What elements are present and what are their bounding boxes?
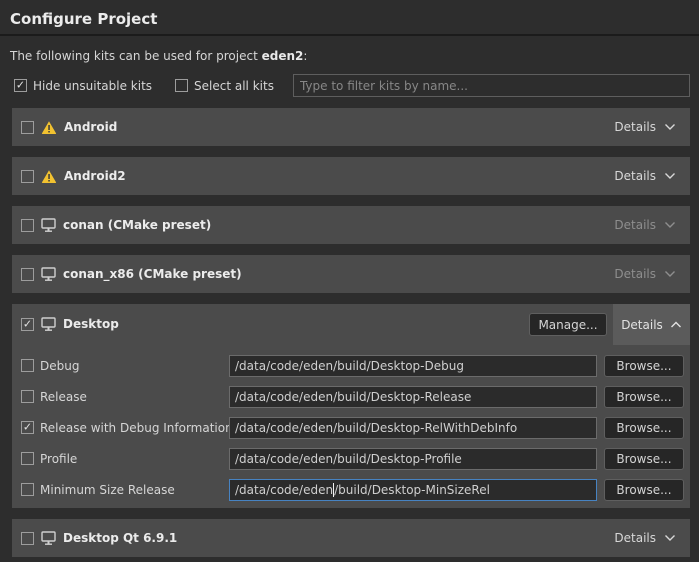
config-label: Release [40,390,229,404]
hide-unsuitable-label[interactable]: Hide unsuitable kits [33,79,152,93]
monitor-icon [41,531,56,545]
kit-name: Android [64,120,117,134]
build-dir-input[interactable]: /data/code/eden/build/Desktop-Profile [229,448,597,470]
browse-button[interactable]: Browse... [604,448,684,470]
kit-row-android2[interactable]: Android2 Details [12,157,690,195]
build-dir-value: /data/code/eden/build/Desktop-Profile [235,452,462,466]
hide-unsuitable-checkbox[interactable] [14,79,27,92]
page-title: Configure Project [0,0,699,34]
config-label: Profile [40,452,229,466]
warning-icon [41,169,57,184]
monitor-icon [41,317,56,331]
kit-checkbox[interactable] [21,268,34,281]
intro-prefix: The following kits can be used for proje… [10,49,262,63]
kit-row-conan[interactable]: conan (CMake preset) Details [12,206,690,244]
build-config-list: Debug /data/code/eden/build/Desktop-Debu… [12,344,690,505]
build-dir-input-focused[interactable]: /data/code/eden/build/Desktop-MinSizeRel [229,479,597,501]
details-toggle[interactable]: Details [606,157,684,195]
config-checkbox[interactable] [21,452,34,465]
kit-checkbox[interactable] [21,121,34,134]
config-checkbox[interactable] [21,421,34,434]
select-all-checkbox[interactable] [175,79,188,92]
browse-button[interactable]: Browse... [604,417,684,439]
kit-row-android[interactable]: Android Details [12,108,690,146]
chevron-down-icon [664,270,676,278]
details-toggle: Details [606,255,684,293]
build-dir-input[interactable]: /data/code/eden/build/Desktop-RelWithDeb… [229,417,597,439]
kit-name: Desktop [63,317,119,331]
build-dir-value: /build/Desktop-MinSizeRel [334,483,490,497]
details-label: Details [614,267,656,281]
manage-kits-button[interactable]: Manage... [529,313,607,336]
build-config-row-release: Release /data/code/eden/build/Desktop-Re… [12,381,690,412]
config-label: Release with Debug Information [40,421,229,435]
kit-filter-input[interactable] [293,74,690,97]
kit-name: conan_x86 (CMake preset) [63,267,242,281]
details-toggle[interactable]: Details [606,519,684,557]
chevron-down-icon [664,123,676,131]
build-dir-input[interactable]: /data/code/eden/build/Desktop-Release [229,386,597,408]
warning-icon [41,120,57,135]
build-dir-value: /data/code/eden [235,483,333,497]
project-name: eden2 [262,49,304,63]
build-dir-value: /data/code/eden/build/Desktop-Debug [235,359,464,373]
config-checkbox[interactable] [21,359,34,372]
details-label: Details [614,169,656,183]
filter-toolbar: Hide unsuitable kits Select all kits [14,74,690,97]
build-config-row-minsizerel: Minimum Size Release /data/code/eden/bui… [12,474,690,505]
chevron-down-icon [664,172,676,180]
chevron-down-icon [664,534,676,542]
kit-checkbox[interactable] [21,219,34,232]
kit-checkbox[interactable] [21,318,34,331]
build-dir-value: /data/code/eden/build/Desktop-Release [235,390,471,404]
config-label: Debug [40,359,229,373]
chevron-up-icon [670,321,682,329]
kit-section-desktop: Details Manage... Desktop Debug /data/co… [12,304,690,508]
build-dir-value: /data/code/eden/build/Desktop-RelWithDeb… [235,421,517,435]
browse-button[interactable]: Browse... [604,386,684,408]
kit-name: Desktop Qt 6.9.1 [63,531,177,545]
details-label: Details [614,120,656,134]
build-dir-input[interactable]: /data/code/eden/build/Desktop-Debug [229,355,597,377]
browse-button[interactable]: Browse... [604,355,684,377]
monitor-icon [41,218,56,232]
intro-suffix: : [303,49,307,63]
kit-row-desktop-qt[interactable]: Desktop Qt 6.9.1 Details [12,519,690,557]
kit-name: Android2 [64,169,126,183]
details-toggle-expanded[interactable]: Details [613,304,690,345]
details-toggle: Details [606,206,684,244]
kit-checkbox[interactable] [21,170,34,183]
details-label: Details [614,218,656,232]
details-toggle[interactable]: Details [606,108,684,146]
config-checkbox[interactable] [21,390,34,403]
build-config-row-relwithdebinfo: Release with Debug Information /data/cod… [12,412,690,443]
chevron-down-icon [664,221,676,229]
intro-text: The following kits can be used for proje… [10,49,689,63]
kit-row-conan-x86[interactable]: conan_x86 (CMake preset) Details [12,255,690,293]
config-label: Minimum Size Release [40,483,229,497]
kit-checkbox[interactable] [21,532,34,545]
select-all-label[interactable]: Select all kits [194,79,274,93]
browse-button[interactable]: Browse... [604,479,684,501]
details-label: Details [621,318,663,332]
config-checkbox[interactable] [21,483,34,496]
title-separator [0,34,699,36]
build-config-row-profile: Profile /data/code/eden/build/Desktop-Pr… [12,443,690,474]
monitor-icon [41,267,56,281]
build-config-row-debug: Debug /data/code/eden/build/Desktop-Debu… [12,350,690,381]
details-label: Details [614,531,656,545]
kit-name: conan (CMake preset) [63,218,211,232]
